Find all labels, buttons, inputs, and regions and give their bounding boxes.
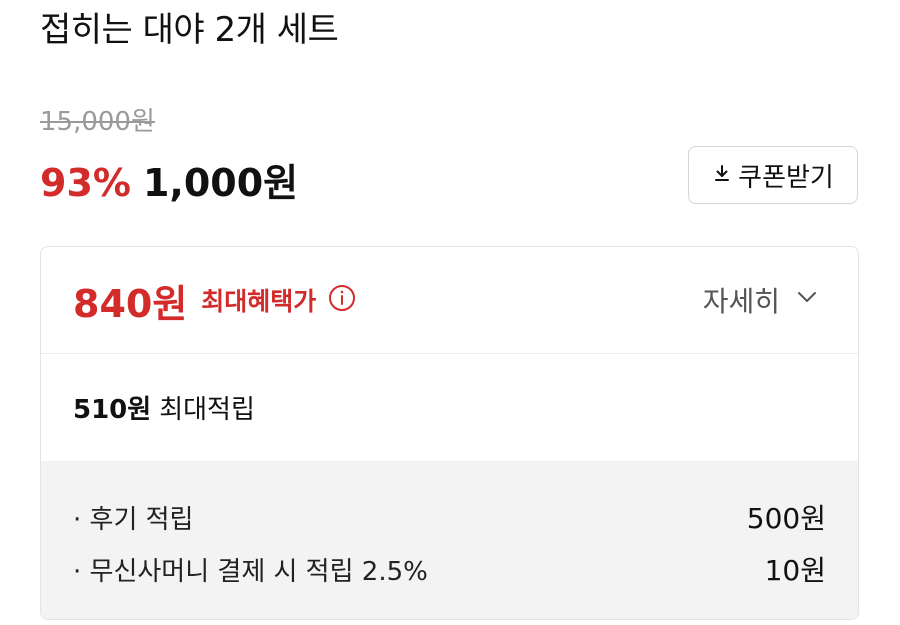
product-title: 접히는 대야 2개 세트 xyxy=(40,10,339,50)
info-icon[interactable] xyxy=(316,284,356,316)
list-item: · 무신사머니 결제 시 적립 2.5% 10원 xyxy=(73,543,826,595)
max-points-row: 510원 최대적립 xyxy=(41,354,858,461)
points-item-label: · 후기 적립 xyxy=(73,504,194,535)
original-price: 15,000원 xyxy=(40,107,155,137)
max-points-amount: 510원 xyxy=(73,395,152,425)
max-benefit-label: 최대혜택가 xyxy=(201,287,317,316)
max-benefit-price: 840원 xyxy=(73,281,188,326)
points-detail-list: · 후기 적립 500원 · 무신사머니 결제 시 적립 2.5% 10원 xyxy=(41,461,858,619)
max-points-label: 최대적립 xyxy=(159,395,255,425)
points-item-amount: 10원 xyxy=(764,554,826,587)
price-row: 93% 1,000원 xyxy=(40,152,298,207)
sale-price: 1,000원 xyxy=(142,161,299,205)
chevron-down-icon xyxy=(794,284,820,317)
benefit-header: 840원 최대혜택가 자세히 xyxy=(41,247,858,354)
list-item: · 후기 적립 500원 xyxy=(73,491,826,543)
coupon-button-label: 쿠폰받기 xyxy=(738,162,834,193)
points-item-label: · 무신사머니 결제 시 적립 2.5% xyxy=(73,556,428,587)
points-item-amount: 500원 xyxy=(746,502,826,535)
detail-toggle-label: 자세히 xyxy=(702,285,780,318)
discount-rate: 93% xyxy=(40,161,131,205)
download-icon xyxy=(712,160,732,190)
max-benefit-card: 840원 최대혜택가 자세히 510원 최대적립 · 후기 적립 500원 · … xyxy=(40,246,859,620)
coupon-download-button[interactable]: 쿠폰받기 xyxy=(688,146,858,204)
detail-toggle-button[interactable]: 자세히 xyxy=(703,280,820,320)
